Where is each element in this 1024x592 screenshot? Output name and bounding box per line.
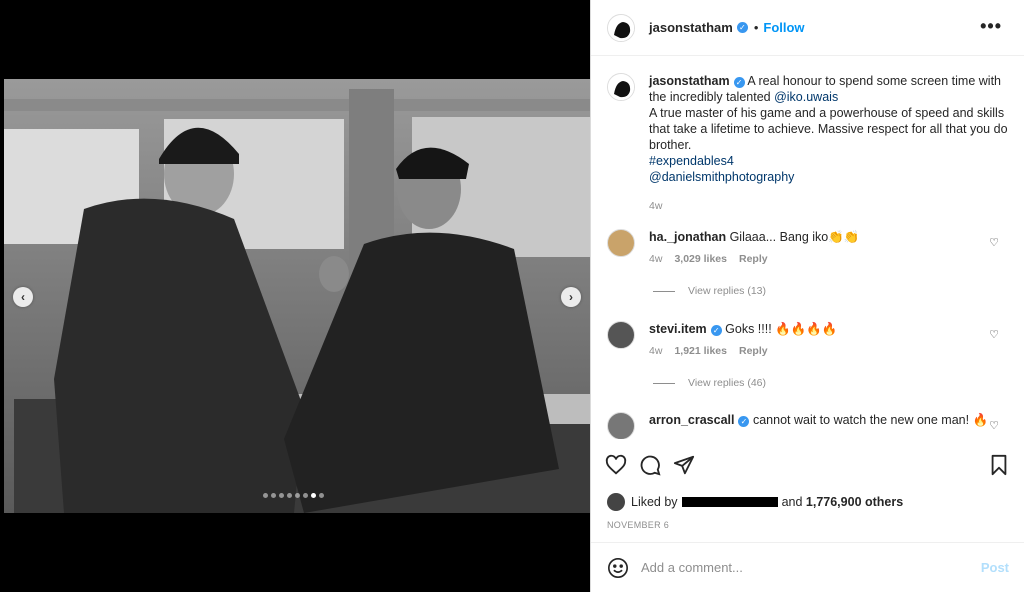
comments-list[interactable]: jasonstatham ✓ A real honour to spend som… xyxy=(591,57,1024,439)
carousel-dot xyxy=(287,493,292,498)
bookmark-icon[interactable] xyxy=(988,454,1012,478)
chevron-left-icon[interactable]: ‹ xyxy=(13,287,33,307)
comment-age: 4w xyxy=(649,345,663,357)
post-header: jasonstatham ✓ • Follow ••• xyxy=(591,0,1024,56)
caption: jasonstatham ✓ A real honour to spend som… xyxy=(607,73,1017,212)
avatar[interactable] xyxy=(607,73,635,101)
emoji-icon[interactable] xyxy=(607,557,629,579)
comment-likes[interactable]: 3,029 likes xyxy=(674,253,727,265)
verified-icon: ✓ xyxy=(733,77,745,88)
post-panel: jasonstatham ✓ • Follow ••• jasonstatham… xyxy=(590,0,1024,592)
carousel-dot xyxy=(279,493,284,498)
likes-connector: and xyxy=(781,495,803,509)
mention-link[interactable]: @iko.uwais xyxy=(774,90,838,104)
avatar[interactable] xyxy=(607,13,635,42)
post-date[interactable]: NOVEMBER 6 xyxy=(607,520,669,530)
carousel-dot xyxy=(319,493,324,498)
comment-text: Goks !!!! 🔥🔥🔥🔥 xyxy=(725,322,838,336)
separator: • xyxy=(753,20,759,35)
chevron-right-icon[interactable]: › xyxy=(561,287,581,307)
heart-icon[interactable]: ♡ xyxy=(989,419,999,432)
reply-button[interactable]: Reply xyxy=(739,253,768,265)
comment-username[interactable]: arron_crascall xyxy=(649,413,734,427)
view-replies-label[interactable]: View replies (46) xyxy=(688,377,766,389)
action-bar xyxy=(605,446,1012,486)
heart-icon[interactable] xyxy=(605,454,629,478)
comment-meta: 4w 1,921 likes Reply xyxy=(649,345,1017,357)
comment-item: ha._jonathan Gilaaa... Bang iko👏👏 ♡ 4w 3… xyxy=(607,229,1017,297)
verified-icon: ✓ xyxy=(738,416,750,427)
follow-button[interactable]: Follow xyxy=(763,20,804,35)
verified-icon: ✓ xyxy=(736,22,748,33)
view-replies-label[interactable]: View replies (13) xyxy=(688,285,766,297)
reply-button[interactable]: Reply xyxy=(739,345,768,357)
comment-likes[interactable]: 1,921 likes xyxy=(674,345,727,357)
view-replies[interactable]: View replies (46) xyxy=(653,377,1017,389)
comment-body: ha._jonathan Gilaaa... Bang iko👏👏 xyxy=(649,229,1017,245)
avatar[interactable] xyxy=(607,321,635,349)
comment-item: stevi.item ✓ Goks !!!! 🔥🔥🔥🔥 ♡ 4w 1,921 li… xyxy=(607,321,1017,389)
verified-icon: ✓ xyxy=(710,325,722,336)
liked-by-label: Liked by xyxy=(631,495,678,509)
caption-username[interactable]: jasonstatham xyxy=(649,74,730,88)
avatar[interactable] xyxy=(607,412,635,439)
mention-link[interactable]: @danielsmithphotography xyxy=(649,170,794,184)
share-icon[interactable] xyxy=(673,454,697,478)
post-button[interactable]: Post xyxy=(981,560,1009,575)
comment-username[interactable]: stevi.item xyxy=(649,322,707,336)
heart-icon[interactable]: ♡ xyxy=(989,328,999,341)
replies-line xyxy=(653,290,675,292)
add-comment-bar: Add a comment... Post xyxy=(591,542,1024,592)
caption-line2: A true master of his game and a powerhou… xyxy=(649,106,1008,152)
replies-line xyxy=(653,382,675,384)
caption-text: jasonstatham ✓ A real honour to spend som… xyxy=(649,73,1017,185)
likes-summary: Liked by and 1,776,900 others xyxy=(607,493,903,511)
redacted-username xyxy=(681,497,778,507)
comment-meta: 4w 3,029 likes Reply xyxy=(649,253,1017,265)
carousel-dot xyxy=(311,493,316,498)
view-replies[interactable]: View replies (13) xyxy=(653,285,1017,297)
heart-icon[interactable]: ♡ xyxy=(989,236,999,249)
carousel-dot xyxy=(303,493,308,498)
comment-input[interactable]: Add a comment... xyxy=(641,560,743,575)
media-area: ‹ › xyxy=(0,0,590,592)
comment-username[interactable]: ha._jonathan xyxy=(649,230,726,244)
comment-text: cannot wait to watch the new one man! 🔥 xyxy=(752,413,989,427)
comment-text: Gilaaa... Bang iko👏👏 xyxy=(729,230,860,244)
comment-icon[interactable] xyxy=(639,454,663,478)
avatar[interactable] xyxy=(607,229,635,257)
carousel-dot xyxy=(263,493,268,498)
hashtag-link[interactable]: #expendables4 xyxy=(649,154,734,168)
more-options-icon[interactable]: ••• xyxy=(980,16,1002,37)
avatar[interactable] xyxy=(607,493,625,511)
comment-body: stevi.item ✓ Goks !!!! 🔥🔥🔥🔥 xyxy=(649,321,1017,337)
caption-age: 4w xyxy=(649,200,663,212)
post-username[interactable]: jasonstatham xyxy=(649,20,733,35)
carousel-dot xyxy=(295,493,300,498)
carousel-dot xyxy=(271,493,276,498)
comment-body: arron_crascall ✓ cannot wait to watch the… xyxy=(649,412,1017,428)
likes-count[interactable]: 1,776,900 others xyxy=(806,495,903,509)
carousel-dots xyxy=(263,493,324,498)
comment-age: 4w xyxy=(649,253,663,265)
post-photo[interactable] xyxy=(4,79,590,513)
comment-item: arron_crascall ✓ cannot wait to watch the… xyxy=(607,412,1017,439)
